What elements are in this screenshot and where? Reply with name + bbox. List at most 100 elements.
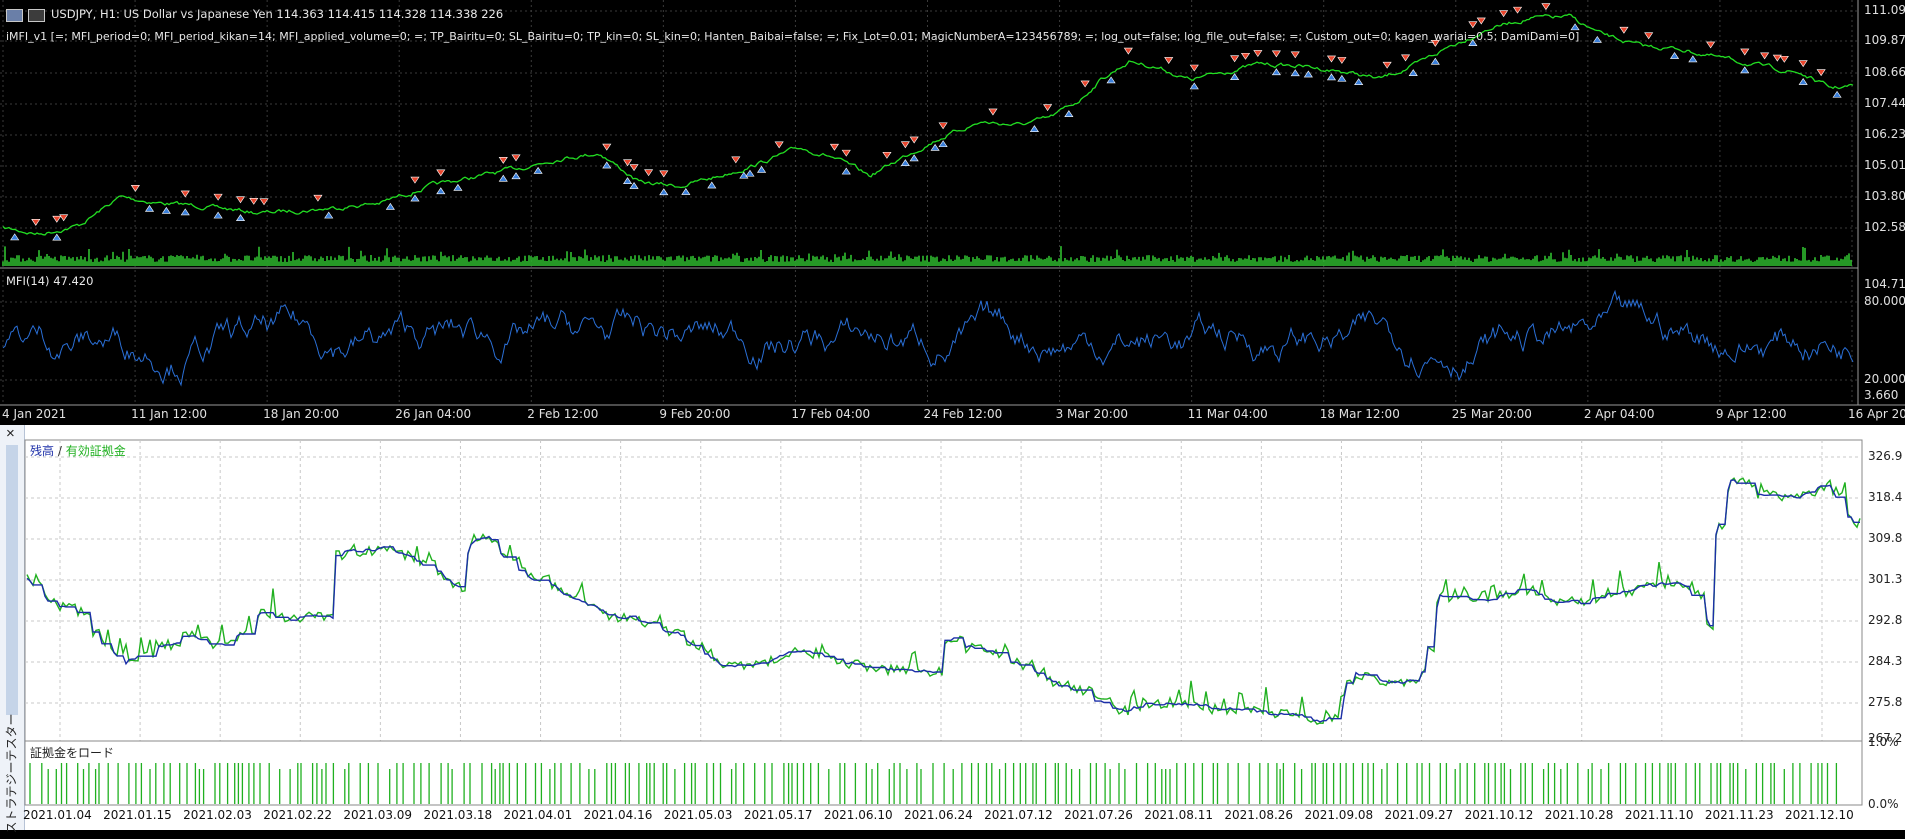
buy-arrow-icon bbox=[498, 174, 508, 182]
sell-arrow-icon bbox=[1760, 52, 1770, 60]
buy-arrow-icon bbox=[436, 187, 446, 195]
sell-arrow-icon bbox=[1400, 54, 1411, 62]
sell-arrow-icon bbox=[1772, 54, 1782, 62]
sell-arrow-icon bbox=[1230, 55, 1240, 63]
sell-arrow-icon bbox=[1382, 61, 1392, 69]
time-tick-label: 18 Jan 20:00 bbox=[263, 407, 340, 421]
margin-tick-label: 0.0% bbox=[1868, 797, 1899, 811]
date-tick-label: 2021.11.10 bbox=[1624, 808, 1694, 822]
buy-arrow-icon bbox=[1832, 90, 1842, 98]
sell-arrow-icon bbox=[1644, 32, 1654, 40]
sell-arrow-icon bbox=[511, 154, 521, 162]
margin-load-label: 証拠金をロード bbox=[30, 746, 115, 760]
sell-arrow-icon bbox=[1123, 47, 1133, 55]
buy-arrow-icon bbox=[757, 165, 767, 173]
buy-arrow-icon bbox=[1688, 55, 1698, 63]
time-tick-label: 26 Jan 04:00 bbox=[395, 407, 472, 421]
price-chart-window[interactable]: USDJPY, H1: US Dollar vs Japanese Yen 11… bbox=[0, 0, 1905, 425]
buy-arrow-icon bbox=[10, 233, 20, 241]
buy-arrow-icon bbox=[707, 181, 717, 189]
buy-arrow-icon bbox=[180, 208, 190, 216]
chart-menu-icon[interactable] bbox=[6, 9, 23, 22]
sell-arrow-icon bbox=[249, 197, 259, 205]
sell-arrow-icon bbox=[1290, 51, 1300, 59]
date-tick-label: 2021.10.12 bbox=[1464, 808, 1534, 822]
sell-arrow-icon bbox=[59, 214, 69, 222]
mfi-tick-label: 20.000 bbox=[1864, 372, 1905, 386]
date-tick-label: 2021.06.10 bbox=[823, 808, 893, 822]
buy-arrow-icon bbox=[623, 177, 633, 184]
price-tick-label: 111.099 bbox=[1864, 3, 1905, 17]
date-tick-label: 2021.12.10 bbox=[1785, 808, 1854, 822]
date-tick-label: 2021.11.23 bbox=[1704, 808, 1774, 822]
sell-arrow-icon bbox=[841, 149, 851, 157]
date-tick-label: 2021.05.17 bbox=[743, 808, 813, 822]
buy-arrow-icon bbox=[1570, 23, 1580, 31]
date-tick-label: 2021.03.18 bbox=[423, 808, 493, 822]
sell-arrow-icon bbox=[1337, 57, 1347, 64]
date-tick-label: 2021.02.03 bbox=[183, 808, 252, 822]
time-tick-label: 11 Jan 12:00 bbox=[131, 407, 208, 421]
date-tick-label: 2021.04.16 bbox=[583, 808, 653, 822]
tester-legend: 残高 / 有効証拠金 bbox=[30, 442, 126, 459]
time-tick-label: 11 Mar 04:00 bbox=[1187, 407, 1268, 421]
buy-arrow-icon bbox=[213, 211, 223, 219]
date-tick-label: 2021.01.04 bbox=[23, 808, 92, 822]
buy-arrow-icon bbox=[410, 194, 420, 202]
price-chart-canvas[interactable] bbox=[0, 0, 1905, 425]
date-tick-label: 2021.10.28 bbox=[1544, 808, 1614, 822]
buy-arrow-icon bbox=[900, 159, 910, 166]
balance-tick-label: 301.3 bbox=[1868, 572, 1903, 586]
date-tick-label: 2021.06.24 bbox=[904, 808, 973, 822]
sell-arrow-icon bbox=[731, 156, 741, 164]
chart-type-icon[interactable] bbox=[28, 9, 45, 22]
buy-arrow-icon bbox=[841, 167, 851, 175]
buy-arrow-icon bbox=[681, 188, 691, 195]
sell-arrow-icon bbox=[1798, 60, 1808, 68]
buy-arrow-icon bbox=[1230, 73, 1240, 81]
buy-arrow-icon bbox=[1064, 110, 1074, 117]
buy-arrow-icon bbox=[1592, 35, 1602, 43]
volume-histogram bbox=[2, 246, 1852, 266]
sell-arrow-icon bbox=[31, 219, 41, 226]
tester-graph-canvas[interactable] bbox=[0, 425, 1905, 830]
buy-arrow-icon bbox=[144, 204, 155, 212]
mfi-indicator-label: MFI(14) 47.420 bbox=[6, 274, 94, 288]
time-tick-label: 9 Apr 12:00 bbox=[1715, 407, 1787, 421]
buy-arrow-icon bbox=[453, 183, 463, 191]
price-tick-label: 103.800 bbox=[1864, 189, 1905, 203]
legend-separator: / bbox=[54, 444, 66, 458]
date-tick-label: 2021.08.11 bbox=[1144, 808, 1213, 822]
sell-arrow-icon bbox=[52, 215, 62, 223]
sell-arrow-icon bbox=[313, 194, 323, 202]
sell-arrow-icon bbox=[909, 136, 919, 144]
price-tick-label: 109.875 bbox=[1864, 33, 1905, 47]
time-tick-label: 2 Feb 12:00 bbox=[527, 407, 599, 421]
sell-arrow-icon bbox=[1779, 55, 1789, 63]
time-tick-label: 9 Feb 20:00 bbox=[659, 407, 731, 421]
date-tick-label: 2021.08.26 bbox=[1224, 808, 1294, 822]
buy-arrow-icon bbox=[659, 188, 669, 196]
sell-arrow-icon bbox=[1541, 3, 1551, 11]
balance-tick-label: 309.8 bbox=[1868, 531, 1903, 545]
time-tick-label: 3 Mar 20:00 bbox=[1055, 407, 1129, 421]
sell-arrow-icon bbox=[882, 151, 892, 159]
symbol-info: USDJPY, H1: US Dollar vs Japanese Yen 11… bbox=[51, 7, 504, 21]
mfi-tick-label: 3.660 bbox=[1864, 388, 1899, 402]
sell-arrow-icon bbox=[1476, 17, 1486, 25]
buy-arrow-icon bbox=[1337, 74, 1347, 82]
sell-arrow-icon bbox=[1271, 50, 1281, 58]
date-tick-label: 2021.09.08 bbox=[1304, 808, 1374, 822]
buy-arrow-icon bbox=[1354, 78, 1364, 86]
sell-arrow-icon bbox=[130, 185, 140, 192]
price-tick-label: 108.660 bbox=[1864, 65, 1905, 79]
buy-arrow-icon bbox=[385, 202, 395, 210]
margin-tick-label: 1.0% bbox=[1868, 735, 1899, 749]
price-grid bbox=[0, 0, 1858, 405]
buy-arrow-icon bbox=[1290, 69, 1300, 77]
price-tick-label: 105.015 bbox=[1864, 158, 1905, 172]
mfi-tick-label: 104.718 bbox=[1864, 277, 1905, 291]
sell-arrow-icon bbox=[1240, 52, 1251, 60]
legend-balance: 残高 bbox=[30, 444, 55, 458]
sell-arrow-icon bbox=[1512, 6, 1523, 14]
